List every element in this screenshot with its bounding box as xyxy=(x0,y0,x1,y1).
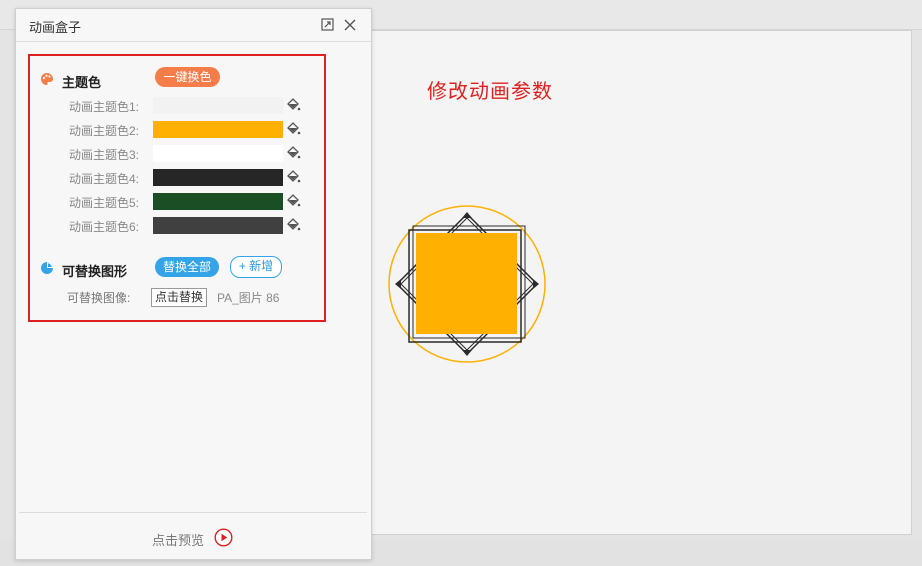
replaceable-image-label: 可替换图像: xyxy=(67,291,131,305)
color-swatch-1[interactable] xyxy=(153,97,283,114)
paint-bucket-icon[interactable] xyxy=(285,121,301,137)
theme-section-title: 主题色 xyxy=(62,75,102,90)
slide-annotation: 修改动画参数 xyxy=(427,81,553,103)
panel-header: 动画盒子 xyxy=(16,9,371,42)
highlight-box xyxy=(28,54,326,322)
palette-icon xyxy=(41,73,53,85)
replace-all-button[interactable]: 替换全部 xyxy=(155,257,219,277)
replaceable-section-title: 可替换图形 xyxy=(62,264,128,279)
theme-color-row-2: 动画主题色2: xyxy=(16,121,316,139)
theme-color-label: 动画主题色4: xyxy=(69,172,140,186)
theme-color-row-1: 动画主题色1: xyxy=(16,97,316,115)
paint-bucket-icon[interactable] xyxy=(285,145,301,161)
theme-color-label: 动画主题色3: xyxy=(69,148,140,162)
color-swatch-4[interactable] xyxy=(153,169,283,186)
footer-divider xyxy=(19,512,367,513)
add-new-button[interactable]: + 新增 xyxy=(230,256,282,278)
color-swatch-3[interactable] xyxy=(153,145,283,162)
slide[interactable]: 修改动画参数 xyxy=(370,30,912,535)
animation-box-panel: 动画盒子 主题色 一键换色 动画主题色1: 动画主题色2: 动画主题色3: 动画… xyxy=(15,8,372,560)
paint-bucket-icon[interactable] xyxy=(285,169,301,185)
theme-color-row-3: 动画主题色3: xyxy=(16,145,316,163)
restore-window-icon[interactable] xyxy=(320,17,336,33)
color-swatch-2[interactable] xyxy=(153,121,283,138)
paint-bucket-icon[interactable] xyxy=(285,217,301,233)
replaceable-image-name: PA_图片 86 xyxy=(217,291,280,305)
theme-color-row-5: 动画主题色5: xyxy=(16,193,316,211)
paint-bucket-icon[interactable] xyxy=(285,97,301,113)
pie-chart-icon xyxy=(41,262,53,274)
theme-color-label: 动画主题色1: xyxy=(69,100,140,114)
theme-color-row-4: 动画主题色4: xyxy=(16,169,316,187)
theme-color-row-6: 动画主题色6: xyxy=(16,217,316,235)
close-icon[interactable] xyxy=(342,17,358,33)
panel-title: 动画盒子 xyxy=(29,20,82,35)
theme-color-label: 动画主题色2: xyxy=(69,124,140,138)
color-swatch-6[interactable] xyxy=(153,217,283,234)
play-icon[interactable] xyxy=(214,528,233,547)
theme-color-label: 动画主题色6: xyxy=(69,220,140,234)
click-replace-button[interactable]: 点击替换 xyxy=(151,288,208,307)
theme-color-label: 动画主题色5: xyxy=(69,196,140,210)
color-swatch-5[interactable] xyxy=(153,193,283,210)
one-click-recolor-button[interactable]: 一键换色 xyxy=(155,67,220,87)
preview-label[interactable]: 点击预览 xyxy=(152,530,204,549)
paint-bucket-icon[interactable] xyxy=(285,193,301,209)
animation-shape[interactable] xyxy=(387,204,547,364)
